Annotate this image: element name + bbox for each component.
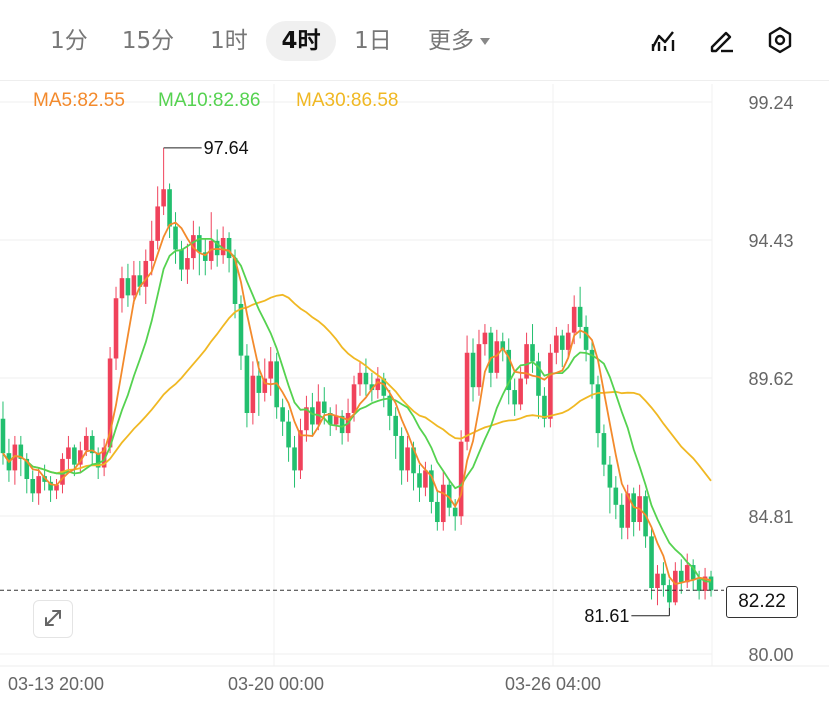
expand-arrows-icon <box>45 610 61 626</box>
candle-body <box>613 487 619 505</box>
low-price-label: 81.61 <box>584 606 629 626</box>
candle-body <box>667 585 672 603</box>
candle-body <box>155 206 160 241</box>
candle-body <box>655 573 660 589</box>
candle-body <box>131 275 137 296</box>
candle-body <box>149 240 155 261</box>
candle-body <box>542 395 547 419</box>
candle-body <box>280 407 285 422</box>
y-tick-label: 89.62 <box>748 369 793 389</box>
ma30-label: MA30:86.58 <box>296 90 399 111</box>
candle-body <box>583 326 589 350</box>
candle-body <box>0 418 6 454</box>
candle-body <box>363 372 369 385</box>
candle-body <box>488 332 494 373</box>
candle-body <box>66 447 71 459</box>
candle-body <box>696 579 702 591</box>
candle-body <box>548 352 553 419</box>
y-tick-label: 99.24 <box>748 93 793 113</box>
candle-body <box>512 390 517 405</box>
candle-body <box>316 401 321 425</box>
candle-body <box>143 260 149 287</box>
candle-body <box>708 576 714 591</box>
candle-body <box>268 361 274 379</box>
candle-body <box>292 447 297 471</box>
y-tick-label: 80.00 <box>748 645 793 665</box>
current-price-label: 82.22 <box>726 586 798 618</box>
candle-body <box>30 478 36 494</box>
candle-body <box>476 344 482 388</box>
candle-body <box>179 249 184 270</box>
candle-body <box>470 352 476 388</box>
expand-button[interactable] <box>33 600 73 638</box>
candle-body <box>458 441 464 517</box>
candle-body <box>482 332 488 345</box>
candle-body <box>678 570 684 583</box>
candle-body <box>452 507 458 517</box>
ma5-label: MA5:82.55 <box>33 90 125 111</box>
candle-body <box>595 384 601 434</box>
candle-body <box>72 447 77 465</box>
candle-body <box>161 189 166 207</box>
candle-body <box>125 278 131 296</box>
candle-body <box>167 189 172 227</box>
candle-body <box>119 278 125 299</box>
candle-body <box>113 298 119 359</box>
candle-body <box>36 476 41 494</box>
candle-body <box>399 435 404 471</box>
candle-body <box>357 372 363 385</box>
x-tick-label: 03-13 20:00 <box>8 674 104 694</box>
candle-body <box>250 375 256 414</box>
candle-body <box>684 565 690 583</box>
candle-body <box>423 470 428 488</box>
candle-body <box>607 464 613 488</box>
y-tick-label: 94.43 <box>748 231 793 251</box>
candle-body <box>649 536 654 589</box>
candle-body <box>661 573 666 586</box>
candle-body <box>238 303 244 356</box>
candle-body <box>286 421 291 448</box>
candle-body <box>226 237 232 259</box>
ma10-label: MA10:82.86 <box>158 90 261 111</box>
candle-body <box>464 352 470 442</box>
x-tick-label: 03-26 04:00 <box>505 674 601 694</box>
candle-body <box>417 473 422 488</box>
candle-body <box>321 401 327 414</box>
candle-body <box>565 332 571 350</box>
candle-body <box>185 258 190 270</box>
candle-body <box>577 306 583 327</box>
x-tick-label: 03-20 00:00 <box>228 674 324 694</box>
candle-body <box>571 306 577 333</box>
candle-body <box>435 501 440 523</box>
candle-body <box>244 355 250 414</box>
candle-body <box>673 570 678 603</box>
candle-body <box>197 235 202 253</box>
candle-body <box>554 335 559 353</box>
candle-body <box>440 484 446 523</box>
candle-body <box>559 335 565 350</box>
chart-grid: 99.24 94.43 89.62 84.81 80.00 03-13 20:00 03-2… <box>0 84 829 694</box>
candle-body <box>351 384 357 414</box>
candle-body <box>310 407 315 425</box>
candle-body <box>393 415 398 436</box>
candle-body <box>601 433 607 465</box>
candle-body <box>256 375 262 393</box>
candle-body <box>619 504 625 528</box>
candle-body <box>518 378 523 405</box>
candle-body <box>173 226 178 250</box>
candle-body <box>83 435 89 451</box>
y-tick-label: 84.81 <box>748 507 793 527</box>
candle-body <box>530 344 535 362</box>
candle-body <box>405 447 410 471</box>
high-price-label: 97.64 <box>204 138 249 158</box>
